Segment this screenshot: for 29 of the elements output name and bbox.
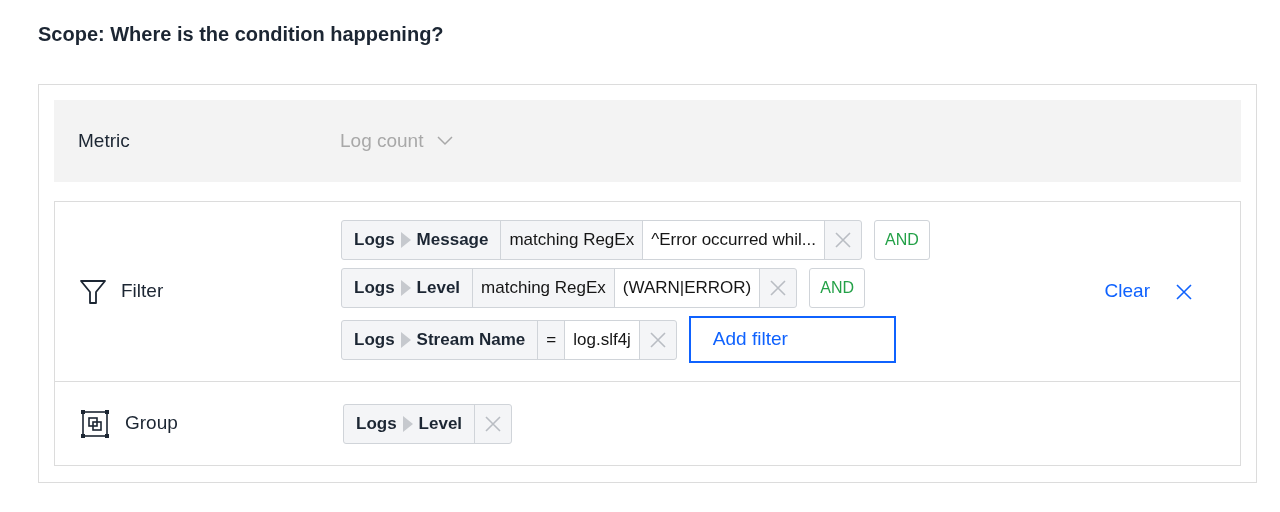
add-filter-button[interactable]: Add filter: [688, 316, 896, 363]
value-label: (WARN|ERROR): [613, 269, 760, 307]
field-label: Level: [416, 277, 461, 300]
and-connector[interactable]: AND: [809, 268, 866, 308]
close-icon[interactable]: [1174, 281, 1194, 302]
caret-icon: [400, 280, 411, 296]
source-label: Logs: [354, 277, 395, 300]
metric-value: Log count: [340, 128, 424, 153]
and-connector[interactable]: AND: [873, 220, 930, 260]
field-label: Level: [418, 412, 463, 435]
group-icon: [79, 407, 111, 440]
field-label: Message: [416, 229, 489, 252]
clear-button[interactable]: Clear: [1104, 277, 1150, 306]
source-label: Logs: [354, 328, 395, 351]
caret-icon: [400, 331, 411, 348]
section-heading: Scope: Where is the condition happening?: [38, 22, 445, 47]
value-label: log.slf4j: [564, 320, 639, 359]
caret-icon: [400, 232, 411, 248]
source-label: Logs: [356, 412, 397, 435]
value-label: ^Error occurred whil...: [642, 221, 824, 259]
filter-label: Filter: [121, 279, 164, 304]
chevron-icon: [437, 136, 454, 146]
group-label: Group: [125, 411, 178, 436]
operator-label: matching RegEx: [472, 269, 614, 307]
source-label: Logs: [354, 229, 395, 252]
caret-icon: [402, 415, 413, 432]
filter-icon: [79, 277, 107, 306]
field-label: Stream Name: [416, 328, 526, 351]
metric-label: Metric: [78, 128, 130, 153]
